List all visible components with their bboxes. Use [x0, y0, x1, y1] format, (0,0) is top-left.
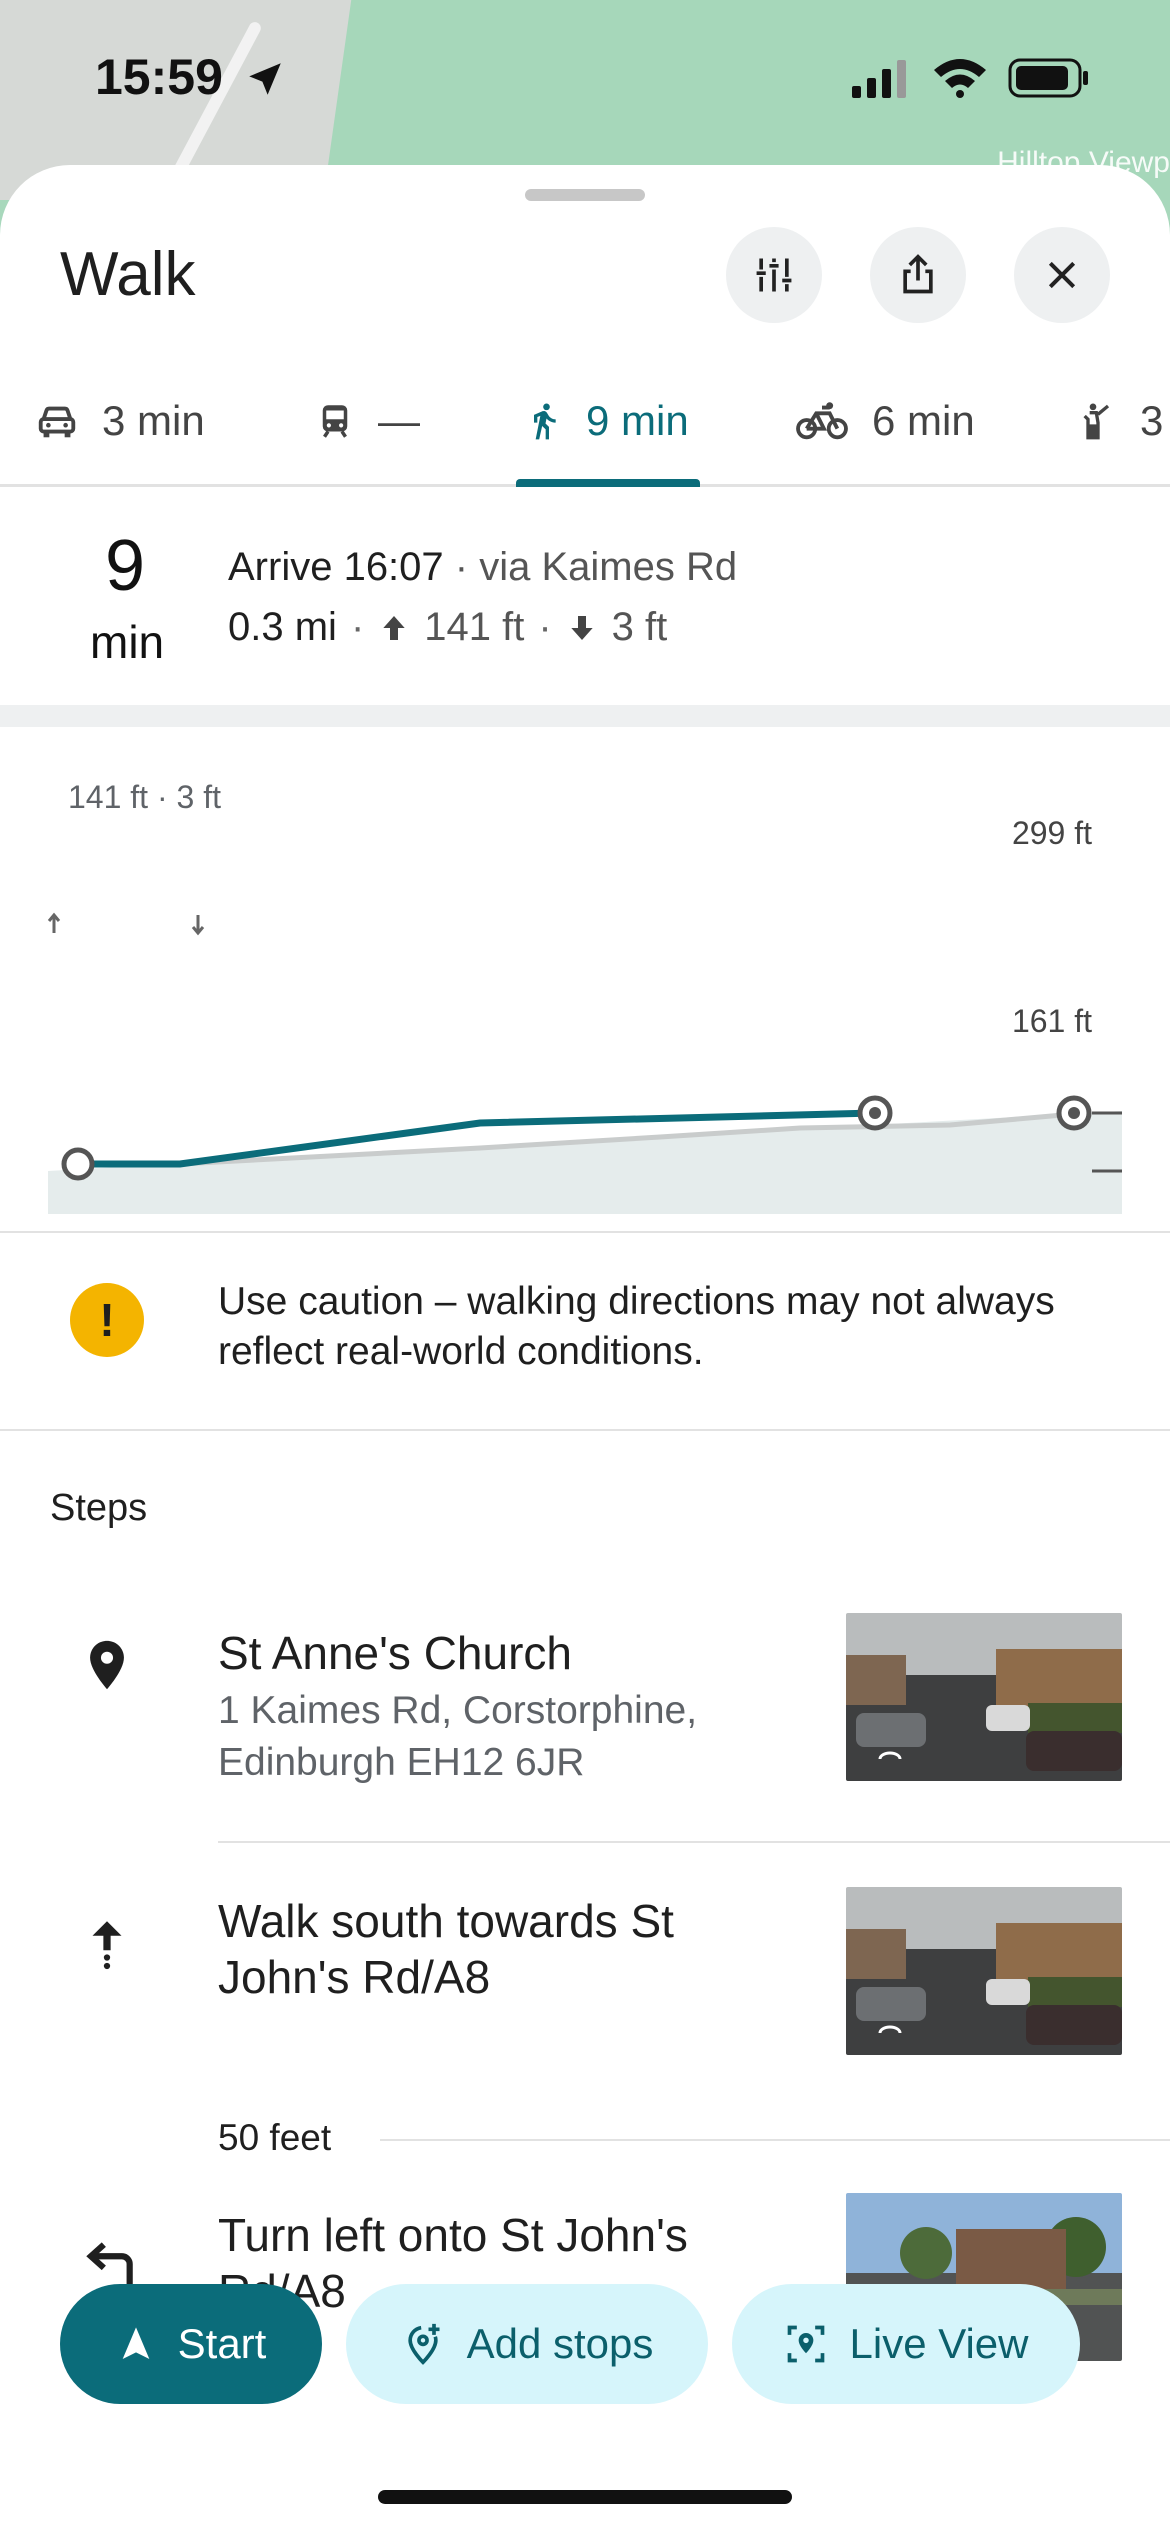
step-distance: 50 feet	[218, 2117, 332, 2158]
street-photo	[846, 1613, 1122, 1781]
via-road: · via Kaimes Rd	[443, 545, 738, 589]
train-icon	[322, 405, 348, 438]
tab-drive-label: 3 min	[102, 397, 205, 444]
elevation-min-label: 161 ft	[1011, 1003, 1092, 1039]
close-icon	[1048, 261, 1076, 289]
arrival-line: Arrive 16:07 · via Kaimes Rd	[228, 545, 737, 590]
navigation-arrow-icon	[122, 2327, 149, 2359]
tab-transit[interactable]: —	[314, 355, 420, 487]
sliders-icon	[756, 258, 792, 292]
elevation-summary: 141 ft · 3 ft	[68, 779, 221, 815]
walk-icon	[534, 403, 556, 440]
duration-unit: min	[90, 616, 165, 668]
pin-icon	[90, 1640, 124, 1690]
distance-line: 0.3 mi · 141 ft · 3 ft	[228, 605, 668, 649]
car-icon	[38, 406, 76, 438]
tab-transit-label: —	[378, 397, 420, 444]
directions-sheet: Walk 3 min — 9 min 6 min 3 9 min Arrive …	[0, 165, 1170, 2532]
step-divider	[218, 1841, 1170, 1843]
action-bar: Start Add stops Live View	[0, 2284, 1170, 2404]
home-indicator[interactable]	[378, 2490, 792, 2504]
status-time: 15:59	[95, 49, 223, 105]
street-view-thumbnail[interactable]	[846, 1887, 1122, 2055]
duration-value: 9	[105, 526, 146, 606]
live-view-icon	[787, 2325, 824, 2363]
sheet-drag-handle[interactable]	[525, 189, 645, 201]
start-button[interactable]: Start	[60, 2284, 322, 2404]
step-distance-line	[380, 2139, 1170, 2141]
descent-value: 3 ft	[611, 605, 668, 649]
elevation-profile[interactable]: 141 ft · 3 ft 299 ft 161 ft	[0, 727, 1170, 1227]
tab-walk[interactable]: 9 min	[524, 355, 689, 487]
battery-icon	[1008, 58, 1088, 98]
tab-ride-label: 3	[1140, 397, 1164, 444]
step-title: Walk south towards St John's Rd/A8	[218, 1895, 674, 2003]
wifi-icon	[934, 59, 986, 98]
warning-icon: !	[70, 1283, 144, 1357]
travel-mode-tabs: 3 min — 9 min 6 min 3	[0, 355, 1170, 487]
tab-drive[interactable]: 3 min	[34, 355, 205, 487]
street-photo	[846, 1887, 1122, 2055]
close-button[interactable]	[1014, 227, 1110, 323]
tab-ride[interactable]: 3	[1078, 355, 1163, 487]
add-stops-button[interactable]: Add stops	[346, 2284, 708, 2404]
arrow-up-icon	[92, 1921, 122, 1970]
start-label: Start	[177, 2320, 267, 2367]
caution-text: Use caution – walking directions may not…	[218, 1280, 1055, 1373]
step-title: St Anne's Church	[218, 1627, 572, 1679]
live-view-label: Live View	[849, 2320, 1029, 2367]
elevation-max-label: 299 ft	[1011, 815, 1092, 851]
sheet-title: Walk	[60, 240, 196, 309]
tab-cycle[interactable]: 6 min	[794, 355, 975, 487]
street-view-thumbnail[interactable]	[846, 1613, 1122, 1781]
ascent-arrow-icon	[383, 615, 405, 640]
ascent-value: 141 ft	[424, 605, 525, 649]
section-divider-band	[0, 705, 1170, 727]
location-arrow-icon	[249, 63, 281, 95]
route-summary[interactable]: 9 min Arrive 16:07 · via Kaimes Rd 0.3 m…	[0, 485, 1170, 705]
add-stops-label: Add stops	[466, 2320, 654, 2367]
arrival-time: Arrive 16:07	[228, 545, 444, 589]
route-distance: 0.3 mi	[228, 605, 337, 649]
ride-icon	[1083, 403, 1110, 440]
status-bar: 15:59	[0, 0, 1170, 150]
share-icon	[903, 254, 933, 294]
step-address: 1 Kaimes Rd, Corstorphine, Edinburgh EH1…	[218, 1689, 698, 1784]
caution-notice: ! Use caution – walking directions may n…	[0, 1231, 1170, 1431]
add-location-icon	[407, 2323, 440, 2365]
bike-icon	[796, 402, 848, 440]
descent-arrow-icon	[571, 615, 593, 640]
share-button[interactable]	[870, 227, 966, 323]
cellular-signal-icon	[852, 60, 906, 98]
tab-walk-label: 9 min	[586, 397, 689, 444]
steps-heading: Steps	[50, 1487, 148, 1529]
tab-cycle-label: 6 min	[872, 397, 975, 444]
live-view-button[interactable]: Live View	[732, 2284, 1080, 2404]
route-options-button[interactable]	[726, 227, 822, 323]
